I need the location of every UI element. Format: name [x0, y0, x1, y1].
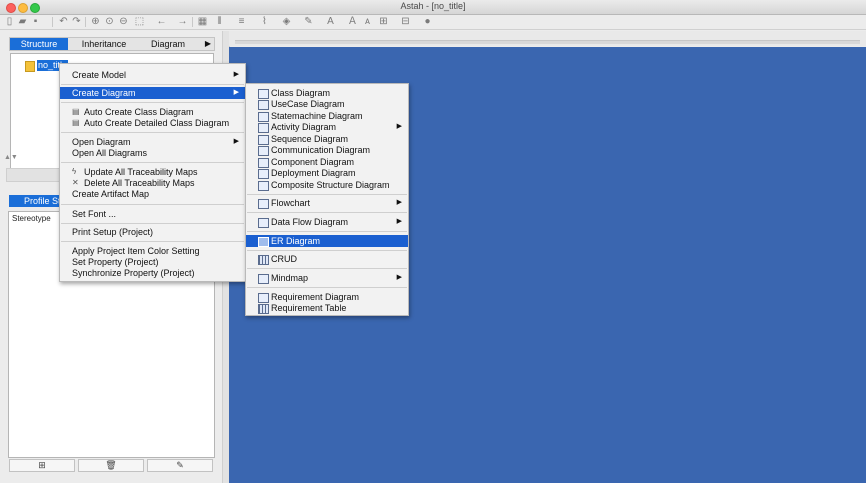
fill-color-icon[interactable]: ◈ — [281, 16, 292, 27]
submenu-item-usecase-diagram[interactable]: UseCase Diagram — [246, 98, 408, 110]
redo-icon[interactable]: ↷ — [71, 16, 82, 27]
forward-icon[interactable]: → — [177, 16, 188, 27]
save-icon[interactable]: ▪ — [30, 16, 41, 27]
create-diagram-submenu: Class Diagram UseCase Diagram Statemachi… — [245, 83, 409, 316]
edit-button[interactable]: ✎ — [147, 459, 213, 472]
auto-create-icon: ▤ — [72, 107, 80, 116]
usecase-diagram-icon — [258, 100, 269, 110]
menu-item-set-font[interactable]: Set Font ... — [60, 208, 245, 220]
submenu-item-flowchart[interactable]: Flowchart ▶ — [246, 197, 408, 209]
tab-structure[interactable]: Structure — [10, 38, 68, 50]
undo-icon[interactable]: ↶ — [58, 16, 69, 27]
stereotype-label: Stereotype — [12, 214, 51, 223]
submenu-item-communication-diagram[interactable]: Communication Diagram — [246, 144, 408, 156]
title-bar: Astah - [no_title] — [0, 0, 866, 15]
menu-item-synchronize-property[interactable]: Synchronize Property (Project) — [60, 267, 245, 279]
submenu-item-deployment-diagram[interactable]: Deployment Diagram — [246, 167, 408, 179]
font-style-icon[interactable]: Ａ — [347, 16, 358, 27]
menu-item-create-diagram[interactable]: Create Diagram ▶ — [60, 87, 245, 99]
submenu-arrow-icon: ▶ — [396, 199, 402, 206]
composite-structure-diagram-icon — [258, 181, 269, 191]
submenu-item-composite-structure-diagram[interactable]: Composite Structure Diagram — [246, 179, 408, 191]
toolbar: ▯ ▰ ▪ ↶ ↷ ⊕ ⊙ ⊖ ⬚ ← → ▦ ⫴ ≡ ⌇ ◈ ✎ A Ａ ᴀ … — [0, 15, 866, 30]
zoom-out-icon[interactable]: ⊖ — [118, 16, 129, 27]
er-diagram-icon — [258, 237, 269, 247]
submenu-arrow-icon: ▶ — [396, 123, 402, 130]
select-area-icon[interactable]: ⬚ — [134, 16, 145, 27]
delete-button[interactable]: 🗑 — [78, 459, 144, 472]
splitter-handle-icon[interactable]: ▲▼ — [4, 154, 18, 161]
line-color-icon[interactable]: ✎ — [303, 16, 314, 27]
grid-icon[interactable]: ▦ — [197, 16, 208, 27]
arrange-icon[interactable]: ⊞ — [378, 16, 389, 27]
data-flow-diagram-icon — [258, 218, 269, 228]
new-file-icon[interactable]: ▯ — [4, 16, 15, 27]
distribute-icon[interactable]: ≡ — [236, 16, 247, 27]
color-circle-icon[interactable]: ● — [422, 16, 433, 27]
font-size-icon[interactable]: ᴀ — [362, 16, 373, 27]
menu-item-open-all-diagrams[interactable]: Open All Diagrams — [60, 147, 245, 159]
submenu-arrow-icon: ▶ — [396, 218, 402, 225]
submenu-item-requirement-table[interactable]: Requirement Table — [246, 302, 408, 314]
tab-diagram[interactable]: Diagram — [140, 38, 196, 50]
open-folder-icon[interactable]: ▰ — [17, 16, 28, 27]
zoom-fit-icon[interactable]: ⊙ — [104, 16, 115, 27]
trash-icon: 🗑 — [105, 460, 117, 470]
font-color-icon[interactable]: A — [325, 16, 336, 27]
zoom-in-icon[interactable]: ⊕ — [90, 16, 101, 27]
align-icon[interactable]: ⫴ — [214, 16, 225, 27]
submenu-arrow-icon: ▶ — [233, 89, 239, 96]
layout-icon[interactable]: ⊟ — [400, 16, 411, 27]
communication-diagram-icon — [258, 146, 269, 156]
crud-table-icon — [258, 255, 269, 265]
menu-item-create-model[interactable]: Create Model ▶ — [60, 69, 245, 81]
submenu-arrow-icon: ▶ — [233, 71, 239, 78]
tab-inheritance[interactable]: Inheritance — [72, 38, 136, 50]
menu-item-print-setup[interactable]: Print Setup (Project) — [60, 226, 245, 238]
auto-create-detailed-icon: ▤ — [72, 118, 80, 127]
deployment-diagram-icon — [258, 169, 269, 179]
line-style-icon[interactable]: ⌇ — [259, 16, 270, 27]
menu-item-create-artifact-map[interactable]: Create Artifact Map — [60, 188, 245, 200]
structure-tabs: Structure Inheritance Diagram ▶ — [9, 37, 215, 51]
add-button[interactable]: ⊞ — [9, 459, 75, 472]
update-lightning-icon: ϟ — [72, 167, 77, 176]
tabs-more-icon[interactable]: ▶ — [205, 38, 211, 50]
diagram-tab-strip — [235, 40, 860, 44]
submenu-item-data-flow-diagram[interactable]: Data Flow Diagram ▶ — [246, 216, 408, 228]
menu-item-auto-create-detailed-class-diagram[interactable]: ▤ Auto Create Detailed Class Diagram — [60, 117, 245, 129]
back-icon[interactable]: ← — [156, 16, 167, 27]
mindmap-icon — [258, 274, 269, 284]
pencil-icon: ✎ — [176, 460, 184, 470]
window-title: Astah - [no_title] — [400, 1, 466, 11]
submenu-item-mindmap[interactable]: Mindmap ▶ — [246, 272, 408, 284]
activity-diagram-icon — [258, 123, 269, 133]
submenu-item-activity-diagram[interactable]: Activity Diagram ▶ — [246, 121, 408, 133]
delete-cross-icon: ✕ — [72, 178, 79, 187]
context-menu: Create Model ▶ Create Diagram ▶ ▤ Auto C… — [59, 63, 246, 282]
requirement-table-icon — [258, 304, 269, 314]
project-icon — [25, 61, 35, 72]
submenu-item-er-diagram[interactable]: ER Diagram — [246, 235, 408, 247]
add-icon: ⊞ — [38, 460, 46, 470]
submenu-item-crud[interactable]: CRUD — [246, 253, 408, 265]
flowchart-icon — [258, 199, 269, 209]
submenu-arrow-icon: ▶ — [396, 274, 402, 281]
